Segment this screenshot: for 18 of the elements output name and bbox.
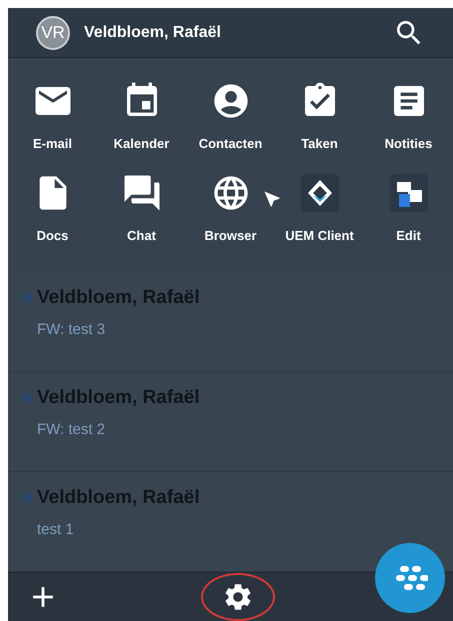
app-launcher[interactable]: Notities	[364, 80, 453, 158]
app-launcher[interactable]: Browser	[186, 172, 275, 250]
app-launcher[interactable]: Edit	[364, 172, 453, 250]
mouse-cursor-icon	[262, 189, 282, 210]
diamond-tile-icon	[300, 174, 338, 212]
app-launcher[interactable]: E-mail	[8, 80, 97, 158]
message-subject: FW: test 3	[36, 320, 106, 340]
app-launcher[interactable]: UEM Client	[275, 172, 364, 250]
app-launcher[interactable]: Kalender	[97, 80, 186, 158]
message-subject: test 1	[36, 520, 75, 540]
message-subject: FW: test 2	[36, 420, 106, 440]
app-launcher[interactable]: Contacten	[186, 80, 275, 158]
app-launcher[interactable]: Docs	[8, 172, 97, 250]
blocks-tile-icon	[390, 174, 428, 212]
app-launcher[interactable]: Taken	[275, 80, 364, 158]
account-name: Veldbloem, Rafaël	[84, 22, 222, 43]
settings-button[interactable]	[200, 573, 274, 621]
app-launcher[interactable]: Chat	[97, 172, 186, 250]
